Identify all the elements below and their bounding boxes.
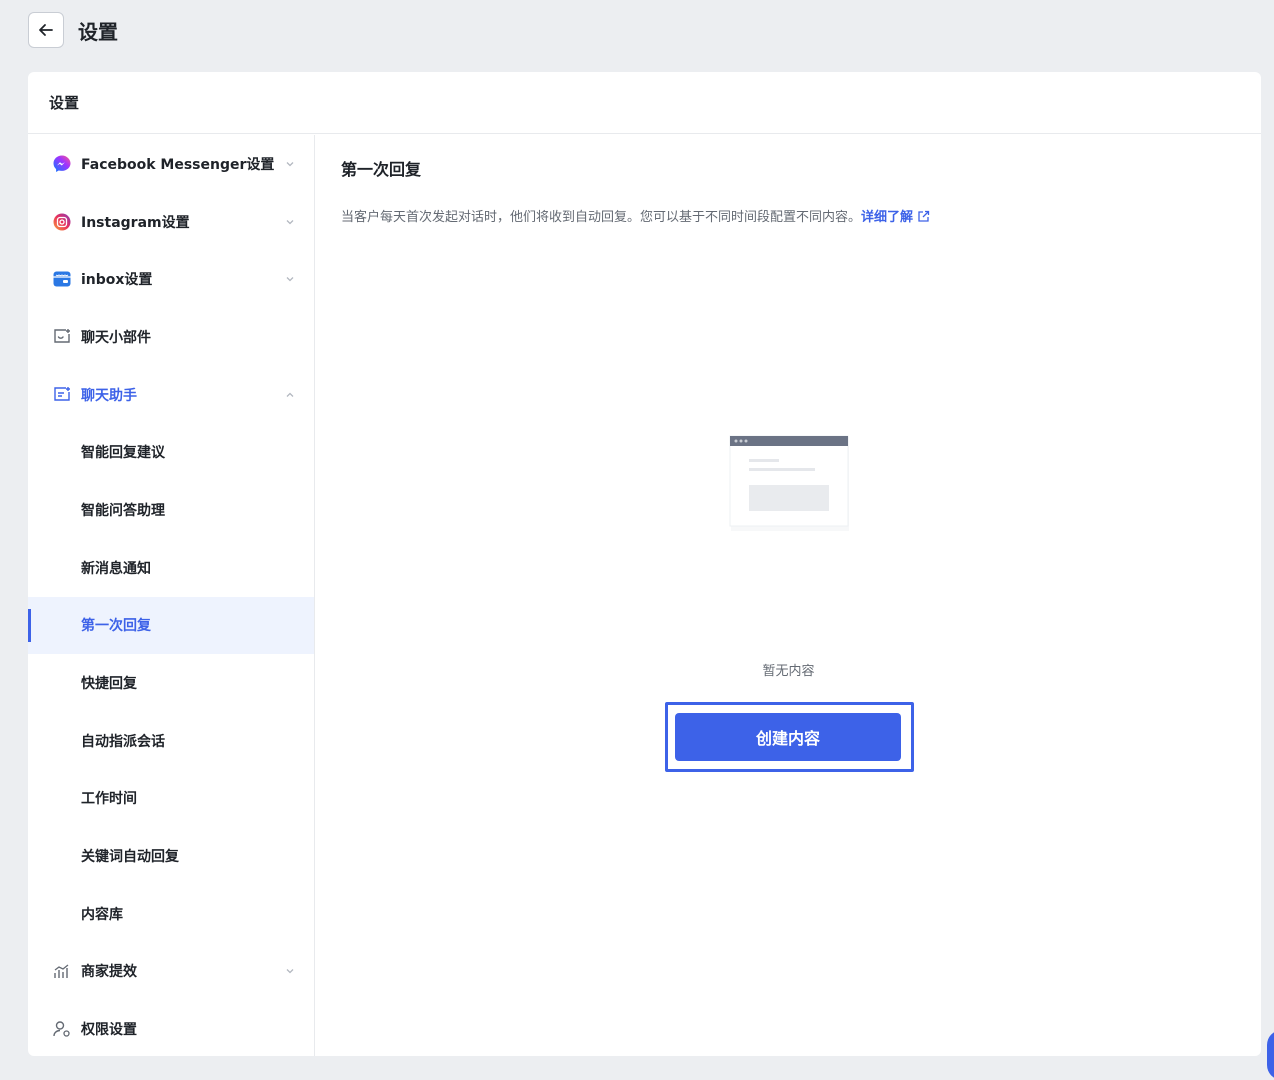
settings-sidebar: Facebook Messenger设置 Instagram设置 inbox设置… [28, 135, 315, 1056]
sidebar-item-label: 内容库 [81, 906, 123, 923]
settings-card: 设置 Facebook Messenger设置 Instagram设置 inbo… [28, 72, 1261, 1056]
sidebar-item-instagram[interactable]: Instagram设置 [28, 193, 314, 251]
sidebar-item-label: 智能问答助理 [81, 502, 165, 519]
learn-more-link[interactable]: 详细了解 [861, 210, 930, 225]
sidebar-item-chat-widget[interactable]: 聊天小部件 [28, 308, 314, 366]
sidebar-item-smart-qa[interactable]: 智能问答助理 [28, 481, 314, 539]
empty-state-text: 暂无内容 [762, 664, 815, 679]
sidebar-item-label: 快捷回复 [81, 676, 137, 693]
sidebar-item-work-hours[interactable]: 工作时间 [28, 770, 314, 828]
instagram-icon [52, 212, 72, 232]
main-content: 第一次回复 当客户每天首次发起对话时，他们将收到自动回复。您可以基于不同时间段配… [316, 135, 1261, 1056]
sidebar-item-label: 商家提效 [81, 964, 137, 981]
card-title: 设置 [28, 72, 1261, 134]
create-content-button[interactable]: 创建内容 [675, 713, 901, 761]
sidebar-item-smart-reply[interactable]: 智能回复建议 [28, 423, 314, 481]
sidebar-item-permissions[interactable]: 权限设置 [28, 1000, 314, 1056]
top-bar: 设置 [28, 12, 118, 48]
sidebar-item-label: 聊天小部件 [81, 329, 151, 346]
sidebar-item-label: 智能回复建议 [81, 445, 165, 462]
sidebar-item-new-message-notify[interactable]: 新消息通知 [28, 539, 314, 597]
sidebar-item-label: 第一次回复 [81, 618, 151, 635]
sidebar-item-label: Instagram设置 [81, 214, 190, 231]
sidebar-item-merchant-efficiency[interactable]: 商家提效 [28, 943, 314, 1001]
sidebar-item-facebook-messenger[interactable]: Facebook Messenger设置 [28, 135, 314, 193]
chevron-down-icon [286, 969, 294, 974]
sidebar-item-label: 权限设置 [81, 1022, 137, 1039]
sidebar-item-label: 聊天助手 [81, 387, 137, 404]
external-link-icon [918, 210, 930, 222]
chevron-down-icon [286, 277, 294, 282]
description-text: 当客户每天首次发起对话时，他们将收到自动回复。您可以基于不同时间段配置不同内容。 [341, 210, 862, 225]
sidebar-item-chat-assistant[interactable]: 聊天助手 [28, 366, 314, 424]
chat-assistant-icon [52, 385, 72, 405]
messenger-icon [52, 154, 72, 174]
page-title: 设置 [78, 19, 118, 44]
sidebar-item-keyword-reply[interactable]: 关键词自动回复 [28, 827, 314, 885]
chart-icon [52, 961, 72, 981]
sidebar-item-first-reply[interactable]: 第一次回复 [28, 596, 314, 655]
chat-widget-icon [52, 327, 72, 347]
sidebar-item-label: Facebook Messenger设置 [81, 156, 275, 173]
chevron-down-icon [286, 161, 294, 167]
sidebar-item-auto-assign[interactable]: 自动指派会话 [28, 712, 314, 770]
inbox-icon [52, 269, 72, 289]
floating-help-button[interactable] [1267, 1030, 1274, 1080]
chevron-up-icon [286, 392, 294, 397]
sidebar-item-label: inbox设置 [81, 272, 153, 289]
sidebar-item-quick-reply[interactable]: 快捷回复 [28, 654, 314, 712]
chevron-down-icon [286, 219, 294, 224]
sidebar-item-label: 关键词自动回复 [81, 849, 179, 866]
user-settings-icon [52, 1019, 72, 1039]
empty-state-illustration [729, 435, 849, 531]
sidebar-item-label: 工作时间 [81, 791, 137, 808]
back-button[interactable] [28, 12, 64, 48]
section-title: 第一次回复 [341, 160, 422, 179]
section-description: 当客户每天首次发起对话时，他们将收到自动回复。您可以基于不同时间段配置不同内容。… [341, 206, 930, 225]
sidebar-item-label: 自动指派会话 [81, 733, 165, 750]
learn-more-label: 详细了解 [861, 210, 914, 225]
arrow-left-icon [39, 24, 53, 36]
sidebar-item-label: 新消息通知 [81, 560, 151, 577]
sidebar-item-content-library[interactable]: 内容库 [28, 885, 314, 943]
sidebar-item-inbox[interactable]: inbox设置 [28, 250, 314, 308]
